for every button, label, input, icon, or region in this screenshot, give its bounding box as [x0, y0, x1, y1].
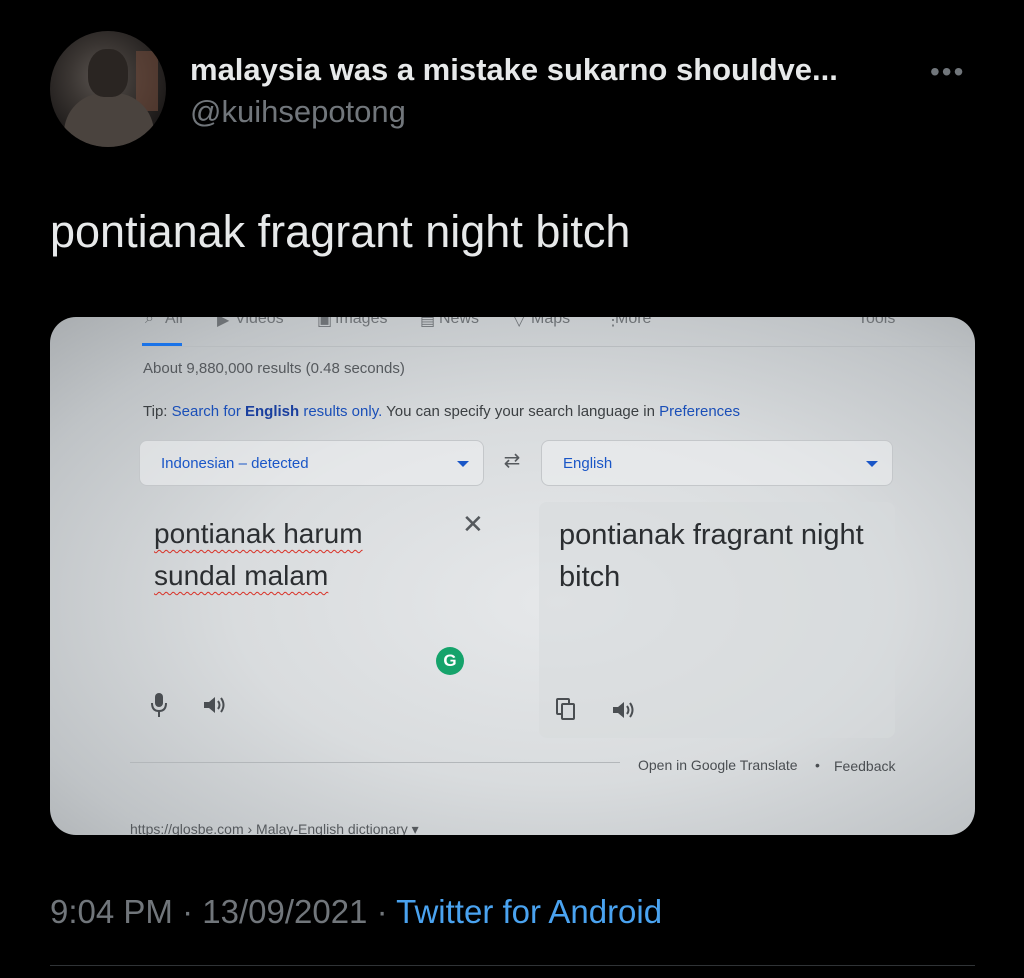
next-result-url[interactable]: https://glosbe.com › Malay-English dicti…: [130, 821, 419, 835]
tab-news[interactable]: News: [439, 317, 479, 328]
divider: [130, 762, 620, 763]
news-icon: ▤: [420, 317, 436, 329]
chevron-down-icon: [866, 461, 878, 467]
copy-icon[interactable]: [555, 697, 577, 721]
tab-tools[interactable]: Tools: [858, 317, 895, 328]
search-tabs: ⌕ All ▶ Videos ▣ Images ▤ News ▽ Maps ⋮ …: [145, 317, 945, 336]
speaker-icon[interactable]: [202, 694, 228, 716]
tip-results-only[interactable]: results only.: [299, 403, 382, 420]
swap-languages-icon[interactable]: ⇄: [500, 451, 524, 471]
tweet-photo[interactable]: ⌕ All ▶ Videos ▣ Images ▤ News ▽ Maps ⋮ …: [50, 317, 975, 835]
tweet-metadata: 9:04 PM · 13/09/2021 · Twitter for Andro…: [50, 893, 662, 931]
chevron-down-icon: [457, 461, 469, 467]
image-icon: ▣: [317, 317, 333, 329]
avatar[interactable]: [50, 31, 166, 147]
tab-more[interactable]: More: [615, 317, 651, 328]
speaker-icon[interactable]: [611, 699, 637, 721]
tweet-time[interactable]: 9:04 PM: [50, 893, 173, 930]
preferences-link[interactable]: Preferences: [659, 403, 740, 420]
avatar-figure-head: [88, 49, 128, 97]
close-icon[interactable]: ✕: [462, 509, 484, 540]
language-tip: Tip: Search for English results only. Yo…: [143, 403, 740, 420]
result-stats: About 9,880,000 results (0.48 seconds): [143, 360, 405, 377]
translation-output-panel: pontianak fragrant night bitch: [539, 502, 895, 738]
display-name[interactable]: malaysia was a mistake sukarno shouldve.…: [190, 52, 838, 88]
tabs-divider: [130, 346, 975, 347]
source-language-label: Indonesian – detected: [161, 455, 309, 472]
tab-images[interactable]: Images: [335, 317, 387, 328]
target-language-label: English: [563, 455, 613, 472]
video-icon: ▶: [217, 317, 230, 329]
open-in-google-translate-link[interactable]: Open in Google Translate: [638, 757, 798, 773]
target-language-select[interactable]: English: [541, 440, 893, 486]
source-text-line-2: sundal malam: [154, 560, 329, 591]
separator-dot: •: [815, 757, 820, 773]
feedback-link[interactable]: Feedback: [834, 758, 895, 774]
tab-videos[interactable]: Videos: [235, 317, 284, 328]
tweet-source-link[interactable]: Twitter for Android: [396, 893, 662, 930]
maps-icon: ▽: [513, 317, 526, 329]
tweet-text: pontianak fragrant night bitch: [50, 206, 631, 257]
tab-all[interactable]: All: [165, 317, 183, 328]
tip-search-link[interactable]: Search for: [172, 403, 245, 420]
search-icon: ⌕: [145, 317, 154, 327]
separator: ·: [367, 893, 397, 930]
translation-output-text: pontianak fragrant night bitch: [559, 519, 864, 593]
microphone-icon[interactable]: [150, 692, 168, 718]
more-horizontal-icon[interactable]: •••: [930, 56, 965, 88]
divider: [50, 965, 975, 966]
tip-prefix: Tip:: [143, 403, 172, 420]
user-handle[interactable]: @kuihsepotong: [190, 94, 406, 130]
tip-language[interactable]: English: [245, 403, 299, 420]
separator: ·: [172, 893, 203, 930]
tip-middle: You can specify your search language in: [382, 403, 660, 420]
source-text-input[interactable]: pontianak harum sundal malam: [154, 513, 444, 597]
grammarly-icon[interactable]: G: [436, 647, 464, 675]
tweet-date[interactable]: 13/09/2021: [202, 893, 367, 930]
source-text-line-1: pontianak harum: [154, 518, 363, 549]
tab-maps[interactable]: Maps: [531, 317, 570, 328]
source-language-select[interactable]: Indonesian – detected: [139, 440, 484, 486]
